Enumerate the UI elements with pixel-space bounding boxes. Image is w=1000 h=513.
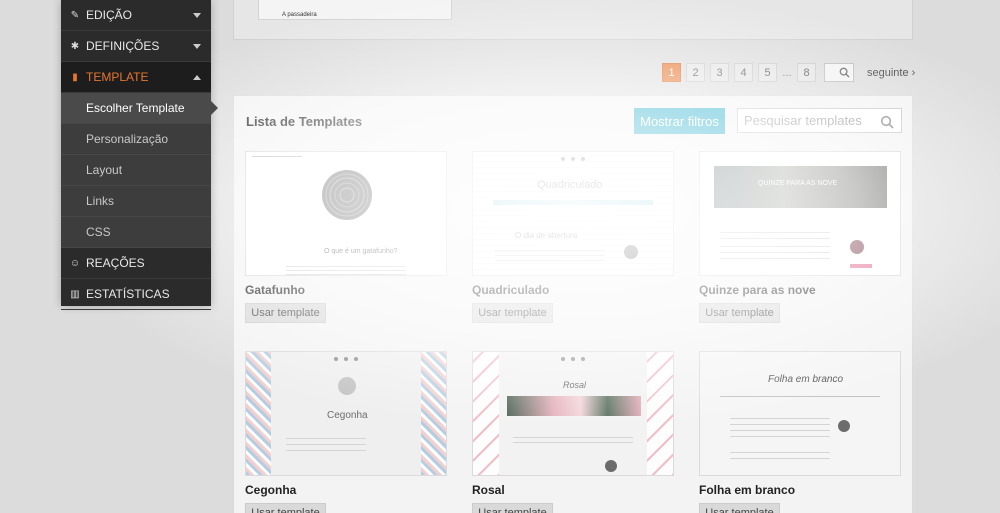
- template-card-rosal: Rosal Rosal Usar template: [472, 351, 674, 513]
- template-thumbnail[interactable]: Cegonha: [245, 351, 447, 476]
- sidebar-item-label: ESTATÍSTICAS: [86, 287, 170, 301]
- template-name: Quinze para as nove: [699, 283, 816, 297]
- sidebar-subitem-label: Links: [86, 194, 115, 208]
- sidebar-subitem-personalizacao[interactable]: Personalização: [61, 124, 211, 155]
- sidebar-subitem-layout[interactable]: Layout: [61, 155, 211, 186]
- sidebar-item-estatisticas[interactable]: ▥ ESTATÍSTICAS: [61, 279, 211, 310]
- page-button-2[interactable]: 2: [686, 63, 705, 82]
- template-card-quadriculado: Quadriculado O dia de abertura Quadricul…: [472, 151, 674, 323]
- sidebar-item-label: EDIÇÃO: [86, 8, 133, 22]
- sidebar-subitem-label: Personalização: [86, 132, 169, 146]
- templates-panel: Lista de Templates Mostrar filtros Pesqu…: [233, 95, 913, 513]
- template-thumbnail[interactable]: Quadriculado O dia de abertura: [472, 151, 674, 276]
- template-name: Rosal: [472, 483, 505, 497]
- bar-chart-icon: ▥: [70, 288, 80, 300]
- pagination-ellipsis: ...: [782, 66, 792, 79]
- template-thumbnail[interactable]: O que é um gatafunho?: [245, 151, 447, 276]
- thumbnail-title: O que é um gatafunho?: [324, 248, 398, 255]
- sidebar-item-template[interactable]: ▮ TEMPLATE: [61, 62, 211, 93]
- use-template-button[interactable]: Usar template: [472, 503, 553, 513]
- use-template-button[interactable]: Usar template: [245, 503, 326, 513]
- page-button-5[interactable]: 5: [758, 63, 777, 82]
- sidebar-item-reacoes[interactable]: ☺ REAÇÕES: [61, 248, 211, 279]
- sidebar-item-edicao[interactable]: ✎ EDIÇÃO: [61, 0, 211, 31]
- sidebar-subitem-label: Layout: [86, 163, 123, 177]
- sidebar: ✎ EDIÇÃO ✱ DEFINIÇÕES ▮ TEMPLATE Escolhe…: [61, 0, 218, 310]
- sidebar-item-label: REAÇÕES: [86, 256, 145, 270]
- sidebar-subitem-label: Escolher Template: [86, 101, 185, 115]
- sidebar-item-label: TEMPLATE: [86, 70, 149, 84]
- search-templates-input[interactable]: Pesquisar templates: [737, 108, 902, 133]
- panel-title: Lista de Templates: [246, 114, 363, 129]
- search-placeholder: Pesquisar templates: [744, 113, 862, 128]
- sidebar-subitem-links[interactable]: Links: [61, 186, 211, 217]
- search-icon[interactable]: [880, 115, 894, 129]
- use-template-button[interactable]: Usar template: [699, 503, 780, 513]
- sidebar-subitem-label: CSS: [86, 225, 111, 239]
- pagination: 1 2 3 4 5 ... 8 seguinte ›: [662, 63, 915, 82]
- search-icon[interactable]: [839, 67, 850, 78]
- page-button-8[interactable]: 8: [797, 63, 816, 82]
- next-page-link[interactable]: seguinte ›: [867, 67, 915, 79]
- sidebar-subitem-escolher-template[interactable]: Escolher Template: [61, 93, 218, 124]
- thumbnail-title: Rosal: [563, 380, 587, 390]
- thumbnail-post-title: O dia de abertura: [515, 231, 578, 240]
- sidebar-subitem-css[interactable]: CSS: [61, 217, 211, 248]
- thumbnail-title: Quadriculado: [537, 179, 603, 191]
- sidebar-item-definicoes[interactable]: ✱ DEFINIÇÕES: [61, 31, 211, 62]
- thumbnail-title: Cegonha: [327, 410, 368, 421]
- template-card-gatafunho: O que é um gatafunho? Gatafunho Usar tem…: [245, 151, 447, 323]
- template-thumbnail[interactable]: QUINZE PARA AS NOVE: [699, 151, 901, 276]
- template-name: Folha em branco: [699, 483, 796, 497]
- edit-icon: ✎: [70, 9, 80, 21]
- thumbnail-title: QUINZE PARA AS NOVE: [758, 180, 838, 187]
- show-filters-button[interactable]: Mostrar filtros: [634, 108, 725, 134]
- use-template-button[interactable]: Usar template: [699, 303, 780, 323]
- chevron-up-icon: [193, 75, 201, 80]
- gear-icon: ✱: [70, 40, 80, 52]
- template-card-folha-em-branco: Folha em branco Folha em branco Usar tem…: [699, 351, 901, 513]
- previous-template-card: A passadeira: [233, 0, 913, 40]
- template-thumbnail[interactable]: Folha em branco: [699, 351, 901, 476]
- template-card-quinze-para-as-nove: QUINZE PARA AS NOVE Quinze para as nove …: [699, 151, 901, 323]
- template-name: Gatafunho: [245, 283, 305, 297]
- sidebar-item-label: DEFINIÇÕES: [86, 39, 160, 53]
- smiley-icon: ☺: [69, 257, 81, 269]
- page-button-1[interactable]: 1: [662, 63, 681, 82]
- use-template-button[interactable]: Usar template: [245, 303, 326, 323]
- previous-template-label: A passadeira: [282, 12, 317, 18]
- page-button-3[interactable]: 3: [710, 63, 729, 82]
- template-thumbnail[interactable]: Rosal: [472, 351, 674, 476]
- template-name: Cegonha: [245, 483, 297, 497]
- use-template-button[interactable]: Usar template: [472, 303, 553, 323]
- file-icon: ▮: [72, 71, 78, 83]
- chevron-down-icon: [193, 13, 201, 18]
- template-card-cegonha: Cegonha Cegonha Usar template: [245, 351, 447, 513]
- page-jump-input[interactable]: [824, 63, 854, 82]
- template-name: Quadriculado: [472, 283, 550, 297]
- page-button-4[interactable]: 4: [734, 63, 753, 82]
- scribble-image: [322, 170, 372, 220]
- thumbnail-title: Folha em branco: [768, 374, 844, 385]
- chevron-down-icon: [193, 44, 201, 49]
